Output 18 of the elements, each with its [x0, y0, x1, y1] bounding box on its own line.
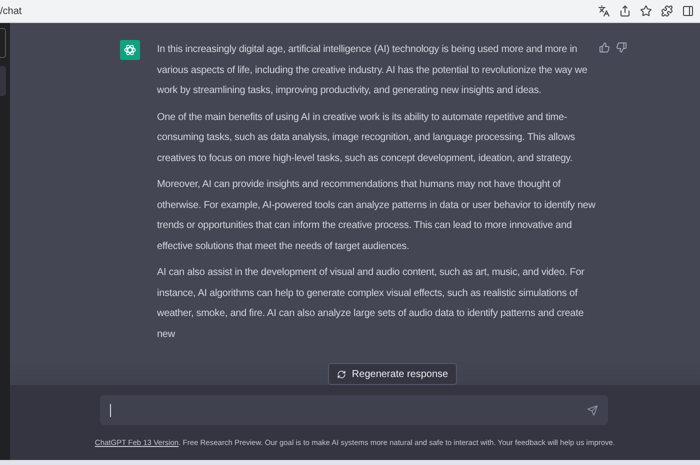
thumbs-down-icon[interactable]	[616, 42, 627, 53]
sidebar-item[interactable]	[0, 28, 6, 58]
side-panel-icon[interactable]	[682, 5, 694, 17]
message-paragraph: One of the main benefits of using AI in creative work is its ability to automate repetitive and time-consuming tasks, such as data analysis, image recognition, and language processing. This allows creatives to focus on more high-level tasks, such as concept development, ideation, and strategy.	[157, 110, 576, 166]
share-icon[interactable]	[619, 5, 631, 17]
message-paragraph: AI can also assist in the development of visual and audio content, such as art, music, and video. For instance, AI algorithms can help to generate complex visual effects, such as realistic simulations of weather, smoke, and fire. AI can also analyze large sets of audio data to identify patterns and create new	[157, 266, 586, 342]
regenerate-button[interactable]: Regenerate response	[328, 363, 458, 385]
thumbs-up-icon[interactable]	[599, 42, 610, 53]
translate-icon[interactable]	[598, 5, 610, 17]
message-input[interactable]	[100, 395, 608, 425]
send-icon[interactable]	[586, 404, 598, 416]
message-paragraph: In this increasingly digital age, artificial intelligence (AI) technology is being used more and more in various aspects of life, including the creative industry. AI has the potential to revolutionize the way we work by streamlining tasks, improving productivity, and generating new insights and ideas.	[157, 43, 588, 98]
message-paragraph: Moreover, AI can provide insights and recommendations that humans may not have thought of otherwise. For example, AI-powered tools can analyze patterns in data or user behavior to identify new trends or opportunities that can inform the creative process. This can lead to more innovative and effective solutions that meet the needs of target audiences.	[157, 178, 596, 254]
address-text[interactable]: /chat	[0, 4, 22, 18]
refresh-icon	[336, 370, 346, 378]
assistant-avatar-icon	[120, 40, 140, 60]
extensions-icon[interactable]	[661, 5, 673, 17]
bookmark-star-icon[interactable]	[640, 5, 652, 17]
